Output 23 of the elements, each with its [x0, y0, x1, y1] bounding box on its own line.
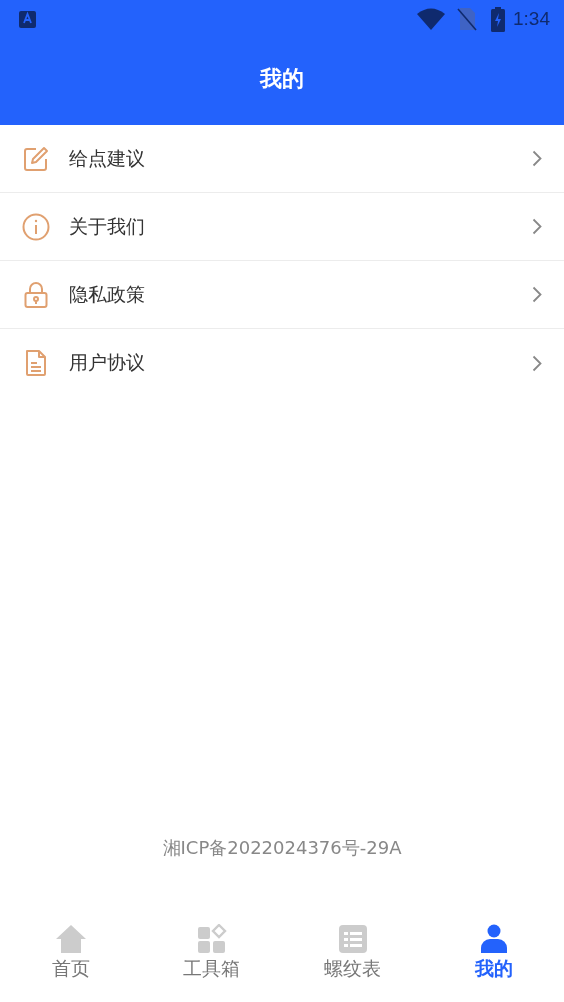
nav-tab[interactable]: 工具箱	[141, 908, 282, 1002]
wifi-icon	[417, 8, 445, 30]
nav-tab[interactable]: 我的	[423, 908, 564, 1002]
lock-icon	[24, 280, 48, 309]
person-icon	[478, 924, 509, 954]
grid-icon	[196, 924, 227, 954]
info-icon	[22, 212, 50, 241]
chevron-right-icon	[532, 354, 542, 372]
status-time: 1:34	[513, 8, 550, 30]
home-icon	[54, 924, 87, 954]
battery-charging-icon	[491, 6, 505, 32]
edit-icon	[23, 145, 49, 172]
nav-tab[interactable]: 首页	[0, 908, 141, 1002]
no-sim-icon	[457, 7, 477, 31]
keyboard-icon	[19, 10, 36, 28]
document-icon	[25, 349, 47, 377]
chevron-right-icon	[532, 218, 542, 235]
chevron-right-icon	[532, 150, 542, 167]
chevron-right-icon	[532, 286, 542, 303]
page-title: 我的	[258, 64, 305, 93]
icp-license-text: 湘ICP备2022024376号-29A	[162, 837, 402, 858]
nav-tab[interactable]: 螺纹表	[282, 908, 423, 1002]
list-icon	[337, 924, 368, 954]
